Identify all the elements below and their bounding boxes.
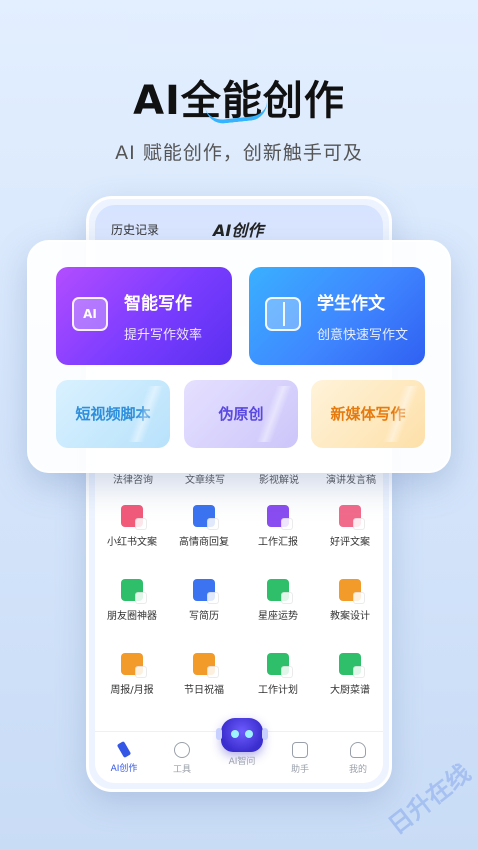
tab-label: 我的 — [348, 765, 367, 775]
new-media-writing-card[interactable]: 新媒体写作 — [311, 380, 425, 448]
app-title: AI创作 — [213, 221, 264, 240]
tool-label: 工作汇报 — [258, 537, 298, 548]
robot-ear — [216, 728, 222, 740]
tool-item-lesson[interactable]: 教案设计 — [313, 579, 383, 622]
partial-tool-row: 法律咨询 文章续写 影视解说 演讲发言稿 — [95, 473, 383, 487]
tool-label: 教案设计 — [330, 611, 370, 622]
tool-item-work-report[interactable]: 工作汇报 — [241, 505, 315, 548]
hero-subtitle: AI 赋能创作，创新触手可及 — [115, 142, 363, 164]
pen-icon — [116, 741, 132, 758]
tool-item-good-review[interactable]: 好评文案 — [313, 505, 383, 548]
tool-label-film[interactable]: 影视解说 — [241, 473, 317, 486]
briefcase-icon — [267, 505, 293, 530]
book-icon — [265, 297, 301, 331]
smart-writing-card[interactable]: AI 智能写作 提升写作效率 — [56, 267, 232, 365]
tool-label: 大厨菜谱 — [330, 685, 370, 696]
tool-item-work-plan[interactable]: 工作计划 — [241, 653, 315, 696]
short-video-script-card[interactable]: 短视频脚本 — [56, 380, 170, 448]
tab-assistant[interactable]: 助手 — [271, 742, 329, 775]
tool-label: 周报/月报 — [110, 685, 154, 696]
feature-panel: AI 智能写作 提升写作效率 学生作文 创意快速写作文 短视频脚本 伪原创 新媒… — [27, 240, 451, 473]
tab-label: AI创作 — [110, 764, 138, 774]
tool-item-eq-reply[interactable]: 高情商回复 — [167, 505, 241, 548]
note-icon — [121, 505, 147, 530]
card-title: 智能写作 — [124, 294, 192, 314]
history-button[interactable]: 历史记录 — [111, 221, 159, 238]
tool-label: 写简历 — [189, 611, 219, 622]
assistant-icon — [292, 742, 308, 758]
bottom-tabbar: AI创作 工具 AI智问 助手 我的 — [95, 718, 383, 783]
card-subtitle: 提升写作效率 — [124, 328, 203, 343]
tool-label-speech[interactable]: 演讲发言稿 — [313, 473, 383, 486]
tool-item-horoscope[interactable]: 星座运势 — [241, 579, 315, 622]
watermark-logo: 日升在线 — [383, 758, 476, 841]
star-icon — [267, 579, 293, 604]
resume-icon — [193, 579, 219, 604]
tool-label: 节日祝福 — [184, 685, 224, 696]
tool-item-xiaohongshu[interactable]: 小红书文案 — [95, 505, 169, 548]
tab-tools[interactable]: 工具 — [153, 742, 211, 775]
report-icon — [121, 653, 147, 678]
tab-ai-ask-label[interactable]: AI智问 — [216, 754, 268, 767]
tool-label: 朋友圈神器 — [107, 611, 157, 622]
tool-label: 小红书文案 — [107, 537, 157, 548]
robot-icon[interactable] — [216, 718, 268, 752]
tool-label: 星座运势 — [258, 611, 298, 622]
card-title: 学生作文 — [317, 294, 385, 314]
student-essay-card[interactable]: 学生作文 创意快速写作文 — [249, 267, 425, 365]
tool-item-weekly-report[interactable]: 周报/月报 — [95, 653, 169, 696]
pseudo-original-card[interactable]: 伪原创 — [184, 380, 298, 448]
plan-icon — [267, 653, 293, 678]
tool-item-recipe[interactable]: 大厨菜谱 — [313, 653, 383, 696]
card-subtitle: 创意快速写作文 — [317, 328, 409, 343]
user-icon — [350, 742, 366, 758]
tab-mine[interactable]: 我的 — [329, 742, 383, 775]
tab-label: 助手 — [290, 765, 309, 775]
share-doc-icon — [121, 579, 147, 604]
lesson-icon — [339, 579, 365, 604]
tab-label: 工具 — [172, 765, 191, 775]
tab-ai-create[interactable]: AI创作 — [95, 741, 153, 774]
gift-icon — [193, 653, 219, 678]
chat-icon — [193, 505, 219, 530]
ai-writing-icon: AI — [72, 297, 108, 331]
tool-label: 高情商回复 — [179, 537, 229, 548]
tool-item-holiday[interactable]: 节日祝福 — [167, 653, 241, 696]
recipe-icon — [339, 653, 365, 678]
heart-doc-icon — [339, 505, 365, 530]
robot-ear — [262, 728, 268, 740]
tool-item-resume[interactable]: 写简历 — [167, 579, 241, 622]
tool-item-moments[interactable]: 朋友圈神器 — [95, 579, 169, 622]
tool-label-legal[interactable]: 法律咨询 — [95, 473, 171, 486]
tool-label-continue[interactable]: 文章续写 — [167, 473, 243, 486]
tool-label: 工作计划 — [258, 685, 298, 696]
tool-label: 好评文案 — [330, 537, 370, 548]
grid-icon — [174, 742, 190, 758]
